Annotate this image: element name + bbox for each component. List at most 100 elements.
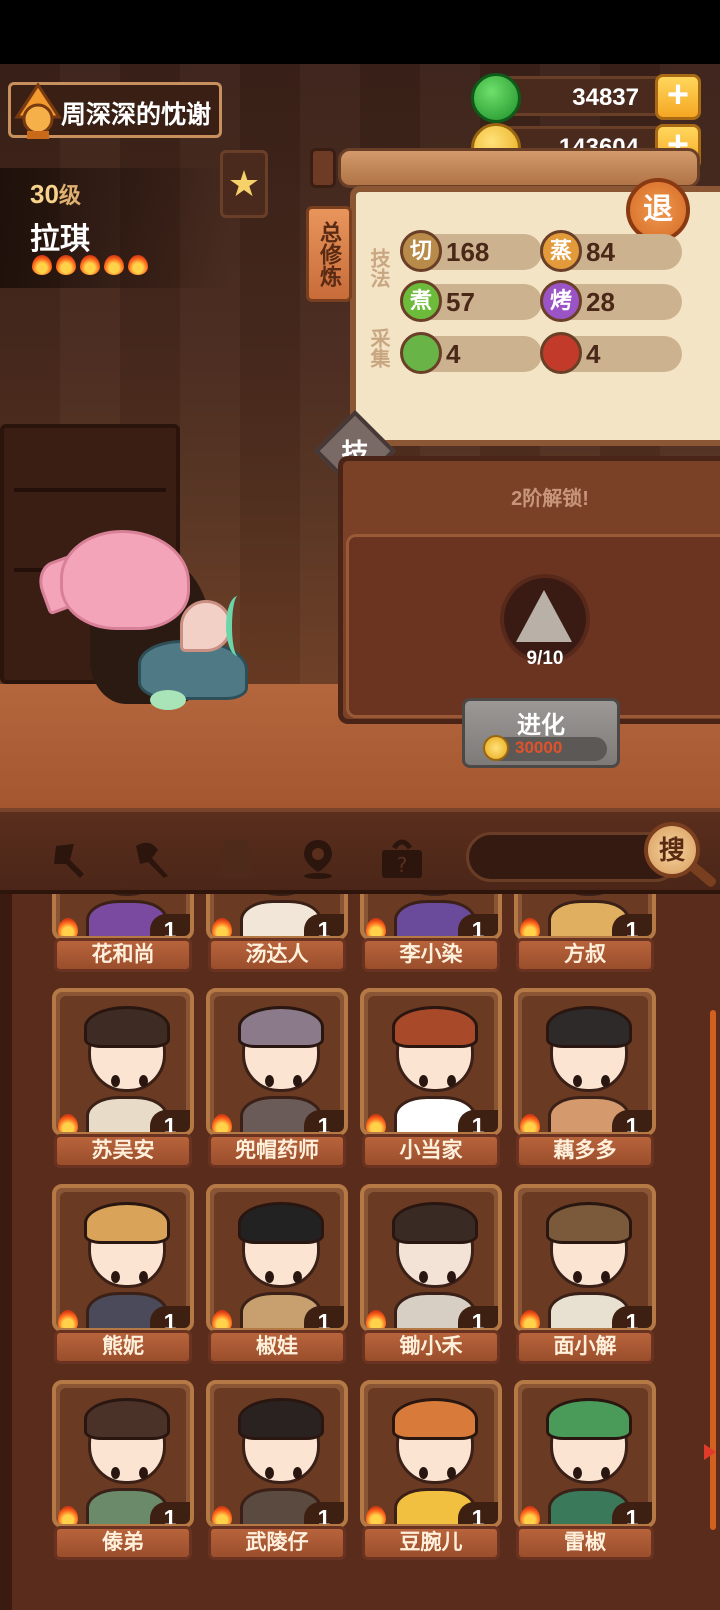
total-training-tab[interactable]: 总修炼: [306, 206, 352, 302]
rank-flame-icon: [32, 255, 52, 275]
character-hair: [392, 1398, 478, 1440]
character-card[interactable]: 1 花和尚: [52, 894, 194, 972]
evolve-button[interactable]: 进化 30000: [462, 698, 620, 768]
character-hair: [546, 1006, 632, 1048]
jade-value: 34837: [572, 84, 639, 111]
character-name: 拉琪: [30, 223, 90, 256]
character-name-label: 锄小禾: [362, 1330, 500, 1364]
character-card[interactable]: 1 小当家: [360, 988, 502, 1168]
svg-text:?: ?: [397, 853, 408, 877]
eye: [601, 1075, 610, 1087]
card-count: 1: [150, 1110, 190, 1132]
rock-highlight: [150, 690, 186, 710]
rank-flame-icon: [520, 1506, 540, 1524]
level-unit: 级: [58, 183, 81, 208]
character-card[interactable]: 1 武陵仔: [206, 1380, 348, 1560]
rank-flame-icon: [366, 1506, 386, 1524]
character-card[interactable]: 1 面小解: [514, 1184, 656, 1364]
search-button[interactable]: 搜: [644, 822, 700, 878]
spatula-icon[interactable]: [130, 836, 174, 880]
character-name-label: 豆腕儿: [362, 1526, 500, 1560]
card-count: 1: [458, 914, 498, 936]
evolution-stone-icon: [516, 590, 572, 642]
rank-flame-icon: [366, 1310, 386, 1328]
star-sign-icon[interactable]: ★: [220, 150, 268, 218]
character-card[interactable]: 1 苏吴安: [52, 988, 194, 1168]
eye: [139, 1467, 148, 1479]
skill-stat-value: 57: [446, 287, 475, 317]
character-name-label: 小当家: [362, 1134, 500, 1168]
jade-coin-icon: [471, 73, 521, 123]
game-screen: 周深深的忱谢 30级 拉琪 ★ 34837 + 143604 + 总修炼 退 技…: [0, 0, 720, 1610]
character-name-label: 汤达人: [208, 938, 346, 972]
rank-flame-icon: [58, 1506, 78, 1524]
card-count: 1: [304, 914, 344, 936]
character-hair: [238, 1202, 324, 1244]
rank-flame-icon: [58, 1310, 78, 1328]
player-badge[interactable]: 周深深的忱谢: [8, 82, 222, 139]
card-portrait-frame: 1: [206, 894, 348, 940]
eye: [601, 1271, 610, 1283]
rank-flame-icon: [212, 1114, 232, 1132]
character-card[interactable]: 1 傣弟: [52, 1380, 194, 1560]
skill-stat-value: 4: [586, 339, 601, 369]
filter-bar: ? 搜: [0, 808, 720, 894]
eye: [265, 1467, 274, 1479]
eye: [265, 1271, 274, 1283]
skill-type-icon: 煮: [400, 280, 442, 322]
character-card[interactable]: 1 熊妮: [52, 1184, 194, 1364]
character-card[interactable]: 1 藕多多: [514, 988, 656, 1168]
location-icon[interactable]: [296, 836, 340, 880]
character-name-label: 兜帽药师: [208, 1134, 346, 1168]
card-portrait-frame: 1: [52, 1184, 194, 1332]
card-portrait-frame: 1: [360, 1184, 502, 1332]
card-count: 1: [304, 1110, 344, 1132]
character-card[interactable]: 1 豆腕儿: [360, 1380, 502, 1560]
skill-stat: 4: [400, 332, 542, 374]
card-portrait-frame: 1: [514, 1184, 656, 1332]
pin-tool-icon[interactable]: [48, 836, 92, 880]
character-card[interactable]: 1 雷椒: [514, 1380, 656, 1560]
card-count: 1: [150, 914, 190, 936]
retreat-button[interactable]: 退: [626, 178, 690, 242]
eye: [293, 1271, 302, 1283]
rank-flame-icon: [104, 255, 124, 275]
card-count: 1: [612, 1110, 652, 1132]
next-page-arrow-icon[interactable]: [704, 1444, 716, 1460]
character-card[interactable]: 1 兜帽药师: [206, 988, 348, 1168]
character-hair: [392, 1202, 478, 1244]
add-jade-button[interactable]: +: [655, 74, 701, 120]
evolution-progress: 9/10: [526, 648, 564, 669]
character-card[interactable]: 1 椒娃: [206, 1184, 348, 1364]
character-card[interactable]: 1 汤达人: [206, 894, 348, 972]
card-portrait-frame: 1: [360, 1380, 502, 1528]
card-count: 1: [150, 1306, 190, 1328]
mystery-box-icon[interactable]: ?: [378, 836, 422, 880]
character-card[interactable]: 1 锄小禾: [360, 1184, 502, 1364]
jar-icon[interactable]: [214, 836, 258, 880]
skill-stat-value: 84: [586, 237, 615, 267]
shell-icon: [180, 600, 232, 652]
unlock-hint: 2阶解锁!: [511, 488, 589, 510]
rank-flame-icon: [366, 918, 386, 936]
rank-flame-icon: [58, 1114, 78, 1132]
character-card[interactable]: 1 李小染: [360, 894, 502, 972]
character-rank-flames: [32, 255, 148, 275]
eye: [573, 1467, 582, 1479]
card-portrait-frame: 1: [52, 988, 194, 1136]
character-card[interactable]: 1 方叔: [514, 894, 656, 972]
skill-stat: 蒸 84: [540, 230, 682, 272]
eye: [111, 1467, 120, 1479]
character-grid: 1 花和尚 1 汤达人 1 李小染 1 方叔 1 苏吴安 1 兜帽药师 1 小当家 1 藕多多 1 熊妮 1 椒娃 1 锄…: [0, 894, 720, 1610]
gold-coin-icon: [483, 735, 509, 761]
eye: [447, 1271, 456, 1283]
card-portrait-frame: 1: [514, 1380, 656, 1528]
rank-flame-icon: [520, 1114, 540, 1132]
card-count: 1: [458, 1306, 498, 1328]
character-name-label: 武陵仔: [208, 1526, 346, 1560]
card-count: 1: [612, 914, 652, 936]
gather-label: 采集: [367, 328, 389, 368]
character-hair: [84, 1202, 170, 1244]
pet-whale[interactable]: [60, 530, 190, 630]
rank-flame-icon: [520, 1310, 540, 1328]
